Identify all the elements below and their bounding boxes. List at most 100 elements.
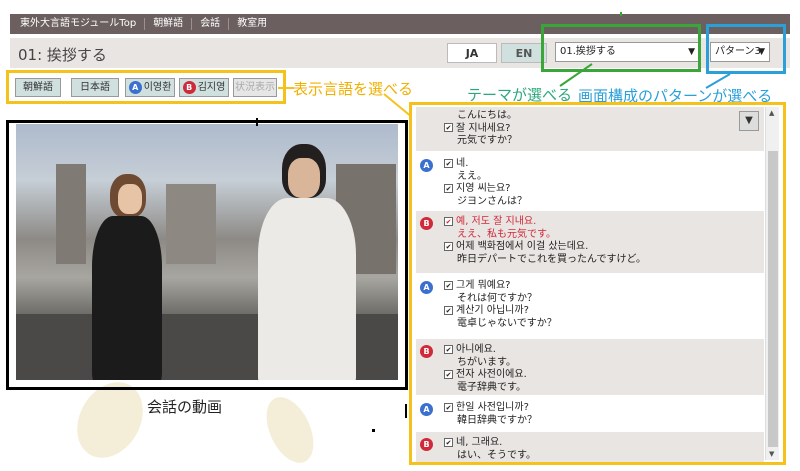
line-checkbox[interactable]: ✔ xyxy=(444,369,453,379)
dialog-line-text: 지영 씨는요? xyxy=(456,183,511,194)
dialog-scrollbar[interactable]: ▲ ▼ xyxy=(765,107,779,460)
dialog-line: ✔ 그게 뭐예요? xyxy=(444,280,764,293)
speaker-badge: B xyxy=(420,438,433,451)
dialog-line: ジヨンさんは？ xyxy=(444,196,764,209)
dialog-line-text: 그게 뭐예요? xyxy=(456,280,511,291)
annotation-green-mark xyxy=(620,12,622,16)
show-korean-button[interactable]: 朝鮮語 xyxy=(15,78,61,97)
dialog-line: ✔ 네. xyxy=(444,158,764,171)
video-man-figure xyxy=(252,144,362,380)
speaker-a-badge: A xyxy=(128,80,142,94)
dialog-line-text: 계산기 아닙니까? xyxy=(456,305,529,316)
dialog-line: ✔ 한일 사전입니까? xyxy=(444,402,764,415)
speaker-a-button[interactable]: A 이영환 xyxy=(125,78,175,97)
dialog-line: ✔ 전자 사전이에요. xyxy=(444,369,764,382)
dialog-row[interactable]: A ✔ 한일 사전입니까? 韓日辞典ですか？ xyxy=(416,397,764,430)
dialog-line: ええ。 xyxy=(444,171,764,184)
dialog-line-text: それは何ですか？ xyxy=(457,292,537,304)
speaker-badge: A xyxy=(420,159,433,172)
line-checkbox[interactable]: ✔ xyxy=(444,344,453,354)
line-checkbox[interactable]: ✔ xyxy=(444,216,453,226)
dialog-line: 元気ですか？ xyxy=(444,135,764,148)
annotation-video-label: 会話の動画 xyxy=(147,398,223,416)
line-checkbox[interactable]: ✔ xyxy=(444,437,453,447)
dialog-line-text: 元気ですか？ xyxy=(457,135,517,146)
nav-item-conversation[interactable]: 会話 xyxy=(191,18,228,30)
dialog-line-text: 한일 사전입니까? xyxy=(456,402,529,413)
speaker-a-name: 이영환 xyxy=(143,82,172,93)
background-leaf-decoration xyxy=(257,389,323,471)
annotation-pattern-highlight xyxy=(706,24,786,74)
dialog-line: 電卓じゃないですか？ xyxy=(444,318,764,331)
dialog-line: ええ、私も元気です。 xyxy=(444,229,764,242)
dialog-line-text: 韓日辞典ですか？ xyxy=(457,414,537,426)
dialog-line-text: ジヨンさんは？ xyxy=(457,195,527,207)
dialog-line-text: 잘 지내세요? xyxy=(456,122,511,134)
dialog-line-text: 예, 저도 잘 지내요. xyxy=(456,216,537,227)
video-woman-figure xyxy=(86,174,166,380)
scrollbar-thumb[interactable] xyxy=(768,151,778,447)
display-language-buttons: 朝鮮語 日本語 A 이영환 B 김지영 状況表示 xyxy=(6,70,286,104)
nav-item-top[interactable]: 東外大言語モジュールTop xyxy=(18,18,144,30)
dialog-line: こんにちは。 xyxy=(444,110,764,123)
dialog-line-text: 昨日デパートでこれを買ったんですけど。 xyxy=(457,253,646,265)
dialog-line-text: 電子辞典です。 xyxy=(457,381,526,393)
line-checkbox[interactable]: ✔ xyxy=(444,158,453,168)
dialog-line: はい、そうです。 xyxy=(444,450,764,463)
nav-item-korean[interactable]: 朝鮮語 xyxy=(144,18,191,30)
nav-item-classroom[interactable]: 教室用 xyxy=(228,18,275,30)
speaker-b-button[interactable]: B 김지영 xyxy=(179,78,229,97)
dialog-line: ✔ 지영 씨는요? xyxy=(444,183,764,196)
scroll-down-arrow-icon[interactable]: ▼ xyxy=(769,450,774,458)
page-title: 01: 挨拶する xyxy=(18,46,107,64)
language-ja-button[interactable]: JA xyxy=(447,43,497,63)
line-checkbox[interactable]: ✔ xyxy=(444,241,453,251)
speaker-b-badge: B xyxy=(182,80,196,94)
dialog-line: ✔ 계산기 아닙니까? xyxy=(444,305,764,318)
dialog-line-text: ええ、私も元気です。 xyxy=(457,228,556,240)
line-checkbox[interactable]: ✔ xyxy=(444,280,453,290)
speaker-badge: B xyxy=(420,345,433,358)
dialog-panel: こんにちは。 ✔ 잘 지내세요? 元気ですか？ A ✔ 네. ええ。 ✔ 지영 씨는요? ジヨンさん… xyxy=(409,102,786,465)
dialog-row[interactable]: B ✔ 아니에요. ちがいます。 ✔ 전자 사전이에요. 電子辞典です。 xyxy=(416,339,764,395)
stray-mark xyxy=(405,404,407,418)
show-japanese-button[interactable]: 日本語 xyxy=(71,78,119,97)
dialog-row[interactable]: A ✔ 네. ええ。 ✔ 지영 씨는요? ジヨンさんは？ xyxy=(416,153,764,209)
conversation-video[interactable] xyxy=(16,124,398,380)
line-checkbox[interactable]: ✔ xyxy=(444,305,453,315)
dialog-row[interactable]: B ✔ 네, 그래요. はい、そうです。 xyxy=(416,432,764,462)
dialog-line: ✔ 어제 백화점에서 이걸 샀는데요. xyxy=(444,241,764,254)
dialog-list[interactable]: こんにちは。 ✔ 잘 지내세요? 元気ですか？ A ✔ 네. ええ。 ✔ 지영 씨는요? ジヨンさん… xyxy=(416,107,764,462)
dialog-row[interactable]: B ✔ 예, 저도 잘 지내요. ええ、私も元気です。 ✔ 어제 백화점에서 이걸 샀는데… xyxy=(416,211,764,273)
speaker-badge: B xyxy=(420,217,433,230)
line-checkbox[interactable]: ✔ xyxy=(444,402,453,412)
dialog-line-text: ちがいます。 xyxy=(457,356,516,368)
dialog-line-text: 전자 사전이에요. xyxy=(456,369,527,380)
scroll-down-button[interactable]: ▼ xyxy=(739,111,759,131)
show-status-button[interactable]: 状況表示 xyxy=(233,78,277,97)
video-building xyxy=(166,184,216,264)
dialog-row[interactable]: こんにちは。 ✔ 잘 지내세요? 元気ですか？ xyxy=(416,107,764,151)
speaker-b-name: 김지영 xyxy=(197,82,226,93)
line-checkbox[interactable]: ✔ xyxy=(444,183,453,193)
speaker-badge: A xyxy=(420,403,433,416)
stray-mark xyxy=(256,118,258,126)
dialog-row[interactable]: A ✔ 그게 뭐예요? それは何ですか？ ✔ 계산기 아닙니까? 電卓じゃないですか？ xyxy=(416,275,764,337)
dialog-line: ✔ 잘 지내세요? xyxy=(444,123,764,136)
dialog-line: ✔ 아니에요. xyxy=(444,344,764,357)
dialog-line: 韓日辞典ですか？ xyxy=(444,415,764,428)
dialog-line-text: はい、そうです。 xyxy=(457,449,536,461)
dialog-line: ✔ 예, 저도 잘 지내요. xyxy=(444,216,764,229)
dialog-line-text: ええ。 xyxy=(457,170,487,182)
stray-dot xyxy=(372,429,375,432)
dialog-line-text: 어제 백화점에서 이걸 샀는데요. xyxy=(456,241,589,252)
dialog-line-text: こんにちは。 xyxy=(457,110,517,121)
video-building xyxy=(56,164,86,264)
scroll-up-arrow-icon[interactable]: ▲ xyxy=(769,109,774,117)
dialog-line-text: 네, 그래요. xyxy=(456,437,503,448)
dialog-line: ちがいます。 xyxy=(444,357,764,370)
line-checkbox[interactable]: ✔ xyxy=(444,123,453,132)
annotation-language-label: 表示言語を選べる xyxy=(293,80,414,98)
dialog-line: それは何ですか？ xyxy=(444,293,764,306)
dialog-line: 昨日デパートでこれを買ったんですけど。 xyxy=(444,254,764,267)
